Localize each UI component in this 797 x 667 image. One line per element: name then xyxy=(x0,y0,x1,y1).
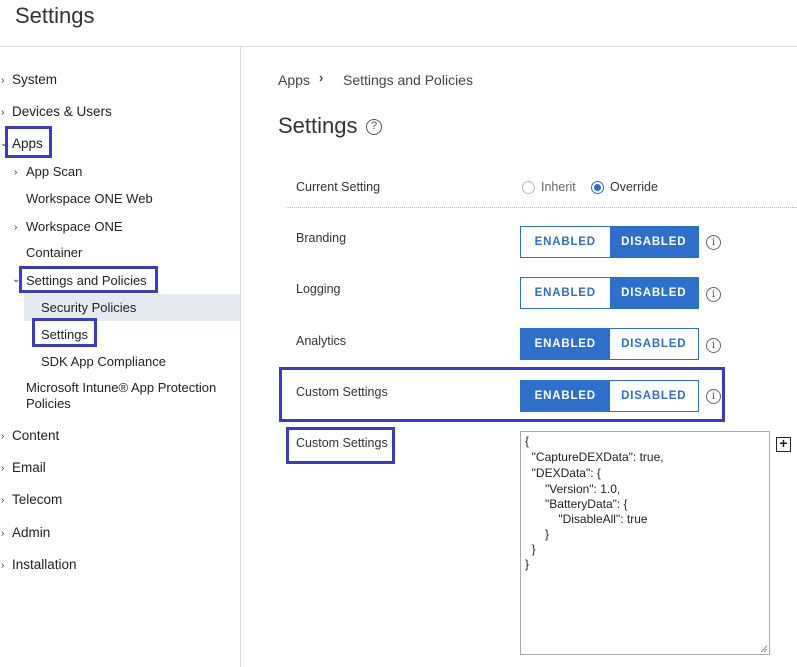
logging-enabled-button[interactable]: ENABLED xyxy=(521,278,610,308)
code-line: "BatteryData": { xyxy=(525,497,628,511)
inherit-radio[interactable] xyxy=(522,181,535,194)
sidebar-item-content[interactable]: Content xyxy=(12,428,59,443)
sidebar-item-email[interactable]: Email xyxy=(12,460,46,475)
chevron-right-icon: › xyxy=(1,107,5,118)
add-icon[interactable]: + xyxy=(776,436,791,452)
branding-enabled-button[interactable]: ENABLED xyxy=(521,227,610,257)
analytics-disabled-button[interactable]: DISABLED xyxy=(610,329,699,359)
sidebar-item-app-scan[interactable]: App Scan xyxy=(26,164,82,179)
breadcrumb-apps[interactable]: Apps xyxy=(278,72,310,88)
sidebar-item-sdk-app-compliance[interactable]: SDK App Compliance xyxy=(41,354,166,369)
chevron-right-icon: › xyxy=(1,75,5,86)
sidebar-item-installation[interactable]: Installation xyxy=(12,557,77,572)
custom-settings-label: Custom Settings xyxy=(296,436,388,450)
highlight-box-settings-and-policies xyxy=(19,266,158,293)
current-setting-label: Current Setting xyxy=(296,180,381,194)
branding-label: Branding xyxy=(296,231,347,245)
highlight-box-settings xyxy=(32,318,97,347)
code-line: } xyxy=(525,557,530,571)
custom-settings-toggle-label: Custom Settings xyxy=(296,385,388,399)
sidebar-item-admin[interactable]: Admin xyxy=(12,525,50,540)
logging-toggle: ENABLED DISABLED xyxy=(520,277,699,309)
breadcrumb-current: Settings and Policies xyxy=(343,72,473,88)
analytics-toggle: ENABLED DISABLED xyxy=(520,328,699,360)
sidebar-item-workspace-one-web[interactable]: Workspace ONE Web xyxy=(26,191,153,206)
chevron-right-icon: › xyxy=(14,167,18,178)
code-line: "CaptureDEXData": true, xyxy=(525,450,664,464)
override-label: Override xyxy=(610,180,658,194)
section-divider xyxy=(286,207,797,208)
highlight-box-apps xyxy=(5,126,52,158)
analytics-label: Analytics xyxy=(296,334,347,348)
chevron-right-icon: › xyxy=(1,495,5,506)
main-title: Settings xyxy=(278,113,358,138)
sidebar-item-workspace-one[interactable]: Workspace ONE xyxy=(26,219,123,234)
sidebar-item-microsoft-intune[interactable]: Microsoft Intune® App Protection xyxy=(26,380,216,395)
custom-settings-enabled-button[interactable]: ENABLED xyxy=(521,381,610,411)
page-title: Settings xyxy=(15,3,95,28)
chevron-right-icon: › xyxy=(1,528,5,539)
help-icon[interactable]: ? xyxy=(366,119,382,135)
code-line: { xyxy=(525,434,530,448)
code-line: } xyxy=(525,542,536,556)
chevron-right-icon: › xyxy=(1,560,5,571)
info-icon[interactable]: i xyxy=(706,338,721,353)
sidebar-item-devices-users[interactable]: Devices & Users xyxy=(12,104,112,119)
sidebar-divider xyxy=(240,47,241,667)
sidebar-item-security-policies[interactable]: Security Policies xyxy=(41,300,136,315)
info-icon[interactable]: i xyxy=(706,389,721,404)
info-icon[interactable]: i xyxy=(706,235,721,250)
logging-label: Logging xyxy=(296,282,341,296)
sidebar-item-system[interactable]: System xyxy=(12,72,57,87)
custom-settings-toggle: ENABLED DISABLED xyxy=(520,380,699,412)
sidebar-item-telecom[interactable]: Telecom xyxy=(12,492,62,507)
branding-disabled-button[interactable]: DISABLED xyxy=(609,227,698,257)
override-radio[interactable] xyxy=(591,181,604,194)
code-line: } xyxy=(525,527,550,541)
chevron-right-icon: › xyxy=(1,431,5,442)
code-line: "Version": 1.0, xyxy=(525,482,621,496)
custom-settings-disabled-button[interactable]: DISABLED xyxy=(610,381,699,411)
custom-settings-textarea[interactable]: { "CaptureDEXData": true, "DEXData": { "… xyxy=(520,431,770,655)
info-icon[interactable]: i xyxy=(706,287,721,302)
header-divider xyxy=(0,46,797,47)
resize-handle-icon[interactable] xyxy=(760,645,768,653)
logging-disabled-button[interactable]: DISABLED xyxy=(609,278,698,308)
inherit-label: Inherit xyxy=(541,180,576,194)
code-line: "DisableAll": true xyxy=(525,512,648,526)
analytics-enabled-button[interactable]: ENABLED xyxy=(521,329,610,359)
chevron-right-icon: › xyxy=(319,70,324,85)
sidebar-item-container[interactable]: Container xyxy=(26,245,82,260)
branding-toggle: ENABLED DISABLED xyxy=(520,226,699,258)
chevron-right-icon: › xyxy=(1,463,5,474)
sidebar-item-microsoft-intune-line2[interactable]: Policies xyxy=(26,396,71,411)
code-line: "DEXData": { xyxy=(525,466,601,480)
chevron-right-icon: › xyxy=(14,222,18,233)
